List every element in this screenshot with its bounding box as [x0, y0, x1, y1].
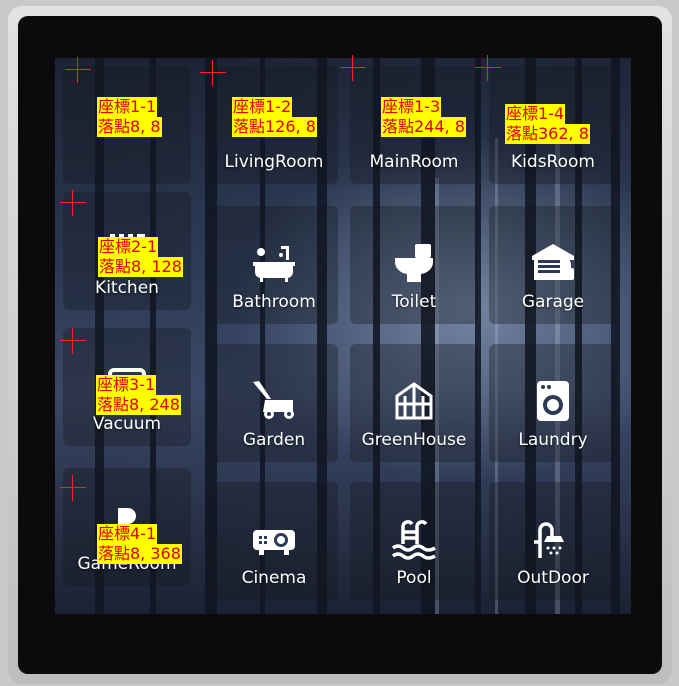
bathtub-icon	[249, 240, 299, 286]
garage-icon	[528, 240, 578, 286]
outdoor-shower-icon	[528, 516, 578, 562]
toilet-icon	[389, 240, 439, 286]
crosshair-marker	[65, 57, 91, 83]
crosshair-marker	[60, 328, 86, 354]
tile-outdoor[interactable]: OutDoor	[489, 482, 617, 600]
tile-label: LivingRoom	[224, 152, 324, 172]
tile-label: Toilet	[391, 292, 437, 312]
crosshair-marker	[200, 60, 226, 86]
tile-toilet[interactable]: Toilet	[350, 206, 478, 324]
crosshair-marker	[60, 475, 86, 501]
annotation-1-3: 座標1-3 落點244, 8	[381, 97, 466, 137]
annotation-coords: 落點8, 368	[97, 544, 182, 564]
tile-label: Pool	[396, 568, 432, 588]
pool-icon	[389, 516, 439, 562]
annotation-coords: 落點244, 8	[381, 117, 466, 137]
annotation-title: 座標1-2	[232, 97, 293, 117]
annotation-1-1: 座標1-1 落點8, 8	[97, 97, 162, 137]
lawnmower-icon	[249, 378, 299, 424]
projector-icon	[249, 516, 299, 562]
annotation-3-1: 座標3-1 落點8, 248	[96, 375, 181, 415]
tile-garden[interactable]: Garden	[210, 344, 338, 462]
tile-label: Bathroom	[232, 292, 316, 312]
tile-label: Laundry	[518, 430, 588, 450]
tile-label: Kitchen	[95, 278, 159, 298]
annotation-title: 座標1-4	[505, 104, 566, 124]
greenhouse-icon	[389, 378, 439, 424]
crosshair-marker	[340, 55, 366, 81]
annotation-1-2: 座標1-2 落點126, 8	[232, 97, 317, 137]
annotation-title: 座標4-1	[97, 524, 158, 544]
tile-laundry[interactable]: Laundry	[489, 344, 617, 462]
tile-greenhouse[interactable]: GreenHouse	[350, 344, 478, 462]
annotation-1-4: 座標1-4 落點362, 8	[505, 104, 590, 144]
annotation-coords: 落點362, 8	[505, 124, 590, 144]
tile-label: Garage	[521, 292, 585, 312]
tile-label: KidsRoom	[511, 152, 595, 172]
tile-label: MainRoom	[369, 152, 459, 172]
annotation-coords: 落點8, 248	[96, 395, 181, 415]
tile-label: OutDoor	[517, 568, 589, 588]
tile-garage[interactable]: Garage	[489, 206, 617, 324]
annotation-title: 座標1-3	[381, 97, 442, 117]
crosshair-marker	[60, 190, 86, 216]
tile-label: Garden	[242, 430, 306, 450]
annotation-title: 座標1-1	[97, 97, 158, 117]
tile-cinema[interactable]: Cinema	[210, 482, 338, 600]
annotation-2-1: 座標2-1 落點8, 128	[98, 237, 183, 277]
tile-label: GreenHouse	[361, 430, 467, 450]
annotation-coords: 落點8, 128	[98, 257, 183, 277]
annotation-coords: 落點8, 8	[97, 117, 162, 137]
crosshair-marker	[475, 55, 501, 81]
annotation-4-1: 座標4-1 落點8, 368	[97, 524, 182, 564]
annotation-title: 座標3-1	[96, 375, 157, 395]
washing-machine-icon	[528, 378, 578, 424]
tile-pool[interactable]: Pool	[350, 482, 478, 600]
tile-label: Cinema	[241, 568, 307, 588]
annotation-coords: 落點126, 8	[232, 117, 317, 137]
tile-bathroom[interactable]: Bathroom	[210, 206, 338, 324]
tile-label: Vacuum	[92, 414, 162, 434]
annotation-title: 座標2-1	[98, 237, 159, 257]
